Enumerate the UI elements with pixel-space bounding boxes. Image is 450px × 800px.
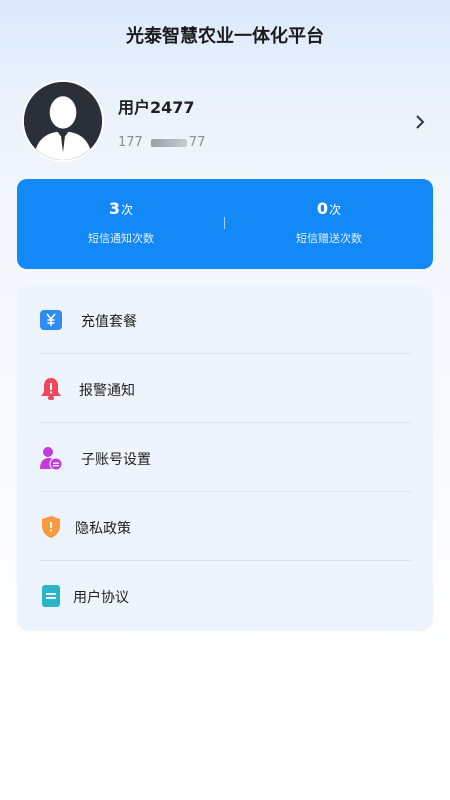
document-icon [39,584,63,608]
stat-sms-gift: 0次 短信赠送次数 [225,179,433,269]
yuan-icon [39,308,63,332]
stat-unit: 次 [121,203,134,217]
user-silhouette-icon [24,82,102,160]
user-phone: 177 77 [118,135,205,150]
menu-label: 子账号设置 [81,452,151,468]
stat-label: 短信赠送次数 [296,232,362,245]
menu-label: 报警通知 [79,383,135,399]
stat-sms-notify: 3次 短信通知次数 [17,179,225,269]
menu-label: 充值套餐 [81,314,137,330]
avatar[interactable] [22,80,104,162]
profile-card[interactable]: 用户2477 177 77 [22,80,432,164]
menu-item-alarm[interactable]: 报警通知 [39,354,411,423]
menu-item-recharge[interactable]: 充值套餐 [39,285,411,354]
user-name: 用户2477 [118,98,195,117]
menu-item-sub-account[interactable]: 子账号设置 [39,423,411,492]
phone-mask [150,138,187,147]
phone-prefix: 177 [118,135,143,150]
alarm-bell-icon [39,377,63,401]
stat-label: 短信通知次数 [88,232,154,245]
sms-stats-card: 3次 短信通知次数 0次 短信赠送次数 [17,179,433,269]
menu-item-user-agreement[interactable]: 用户协议 [39,561,411,630]
sub-account-icon [39,446,63,470]
menu-item-privacy[interactable]: 隐私政策 [39,492,411,561]
shield-icon [39,515,63,539]
page-title: 光泰智慧农业一体化平台 [126,26,324,47]
stat-unit: 次 [329,203,342,217]
phone-suffix: 77 [188,135,206,150]
menu-label: 隐私政策 [75,521,131,537]
stat-value: 0 [316,199,329,218]
chevron-right-icon[interactable] [414,114,426,130]
settings-menu: 充值套餐 报警通知 子账号设置 隐私政策 用户协议 [17,285,433,631]
stat-value: 3 [108,199,121,218]
menu-label: 用户协议 [73,590,129,606]
